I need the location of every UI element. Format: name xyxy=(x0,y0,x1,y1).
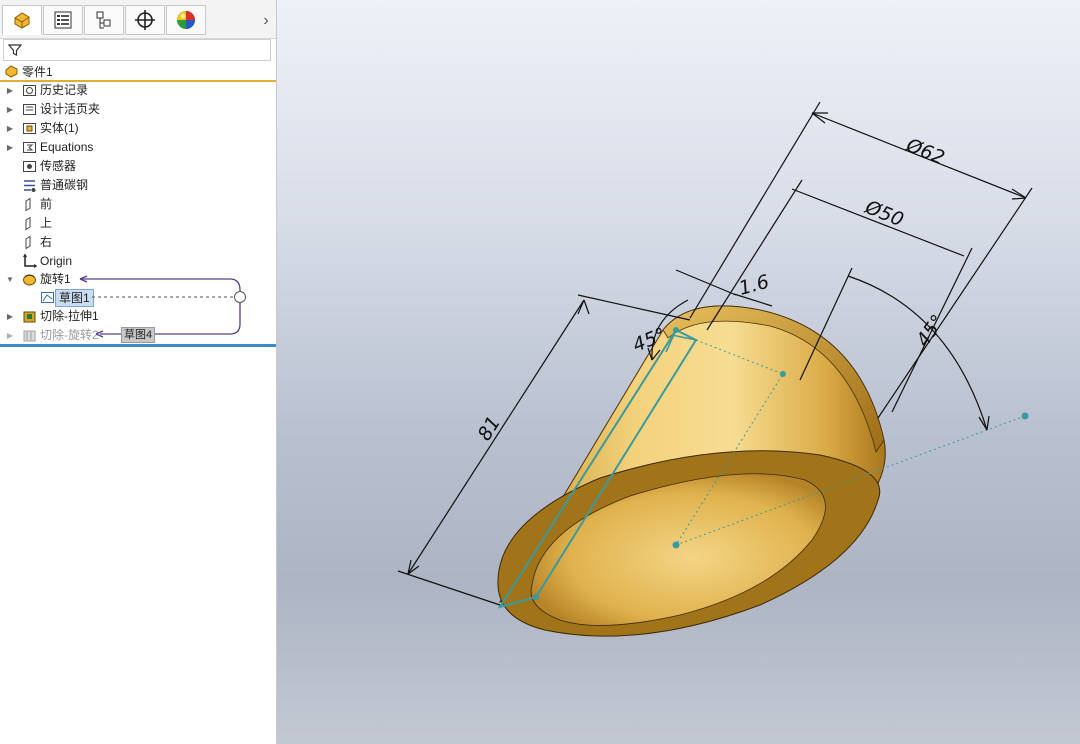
dimension-diameter-50[interactable]: Ø50 xyxy=(861,196,906,231)
tree-item-history[interactable]: ▶ 历史记录 xyxy=(0,81,276,100)
dimension-length[interactable]: 81 xyxy=(474,412,505,444)
sensor-icon xyxy=(23,161,36,172)
solid-bodies-icon xyxy=(23,123,36,134)
tree-root-label: 零件1 xyxy=(22,65,53,79)
graphics-area[interactable]: Ø62 Ø50 1.6 45° 45° 81 xyxy=(277,0,1080,744)
sketch4-tag[interactable]: 草图4 xyxy=(121,327,156,343)
expand-arrow-icon[interactable]: ▶ xyxy=(5,81,15,100)
expand-arrow-icon[interactable]: ▶ xyxy=(5,138,15,157)
rollback-bar[interactable] xyxy=(0,344,276,347)
configuration-manager-tab[interactable] xyxy=(84,5,124,35)
tree-item-label: 历史记录 xyxy=(40,83,89,97)
manager-tab-bar: › xyxy=(0,0,276,39)
tree-item-right-plane[interactable]: 右 xyxy=(0,233,276,252)
model-canvas[interactable]: Ø62 Ø50 1.6 45° 45° 81 xyxy=(277,0,1080,744)
configuration-icon xyxy=(96,11,111,29)
appearance-sphere-icon xyxy=(177,11,195,29)
expand-arrow-icon[interactable]: ▶ xyxy=(5,119,15,138)
origin-icon xyxy=(23,254,37,268)
tree-item-label: 上 xyxy=(40,216,53,230)
feature-manager-tab[interactable] xyxy=(2,5,42,35)
tree-item-label: Equations xyxy=(40,140,94,154)
part-icon xyxy=(5,65,18,78)
plane-icon xyxy=(25,197,31,212)
part-features-icon xyxy=(14,12,30,29)
expand-arrow-icon[interactable]: ▶ xyxy=(5,100,15,119)
equations-icon xyxy=(23,142,36,153)
property-manager-tab[interactable] xyxy=(43,5,83,35)
tree-root-part[interactable]: 零件1 xyxy=(0,63,276,82)
material-icon xyxy=(24,180,36,192)
display-manager-tab[interactable] xyxy=(166,5,206,35)
plane-icon xyxy=(25,216,31,231)
tab-overflow-button[interactable]: › xyxy=(258,10,274,32)
tree-item-equations[interactable]: ▶ Equations xyxy=(0,138,276,157)
dimension-angle-right[interactable]: 45° xyxy=(912,311,949,351)
tree-item-label: 前 xyxy=(40,197,53,211)
tree-filter-input[interactable] xyxy=(3,39,271,61)
tree-item-front-plane[interactable]: 前 xyxy=(0,195,276,214)
tree-item-solid-bodies[interactable]: ▶ 实体(1) xyxy=(0,119,276,138)
tree-item-label: 实体(1) xyxy=(40,121,79,135)
tree-item-label: 设计活页夹 xyxy=(40,102,101,116)
history-folder-icon xyxy=(23,85,36,96)
tree-item-material[interactable]: 普通碳钢 xyxy=(0,176,276,195)
tree-item-binder[interactable]: ▶ 设计活页夹 xyxy=(0,100,276,119)
feature-manager-panel: › 零件1 ▶ 历史记录 ▶ 设计活页夹 ▶ 实体(1) ▶ Equations… xyxy=(0,0,277,744)
tree-item-label: 右 xyxy=(40,235,53,249)
tree-item-label: 普通碳钢 xyxy=(40,178,89,192)
part-body[interactable] xyxy=(497,305,886,637)
tree-item-sensors[interactable]: 传感器 xyxy=(0,157,276,176)
plane-icon xyxy=(25,235,31,250)
dimxpert-tab[interactable] xyxy=(125,5,165,35)
tree-item-origin[interactable]: Origin xyxy=(0,252,276,271)
property-list-icon xyxy=(54,11,72,29)
crosshair-icon xyxy=(135,10,155,30)
dimension-diameter-62[interactable]: Ø62 xyxy=(902,134,947,169)
binder-icon xyxy=(23,104,36,115)
tree-item-label: 传感器 xyxy=(40,159,77,173)
filter-icon xyxy=(8,44,22,56)
tree-item-label: Origin xyxy=(40,254,73,268)
tree-item-top-plane[interactable]: 上 xyxy=(0,214,276,233)
